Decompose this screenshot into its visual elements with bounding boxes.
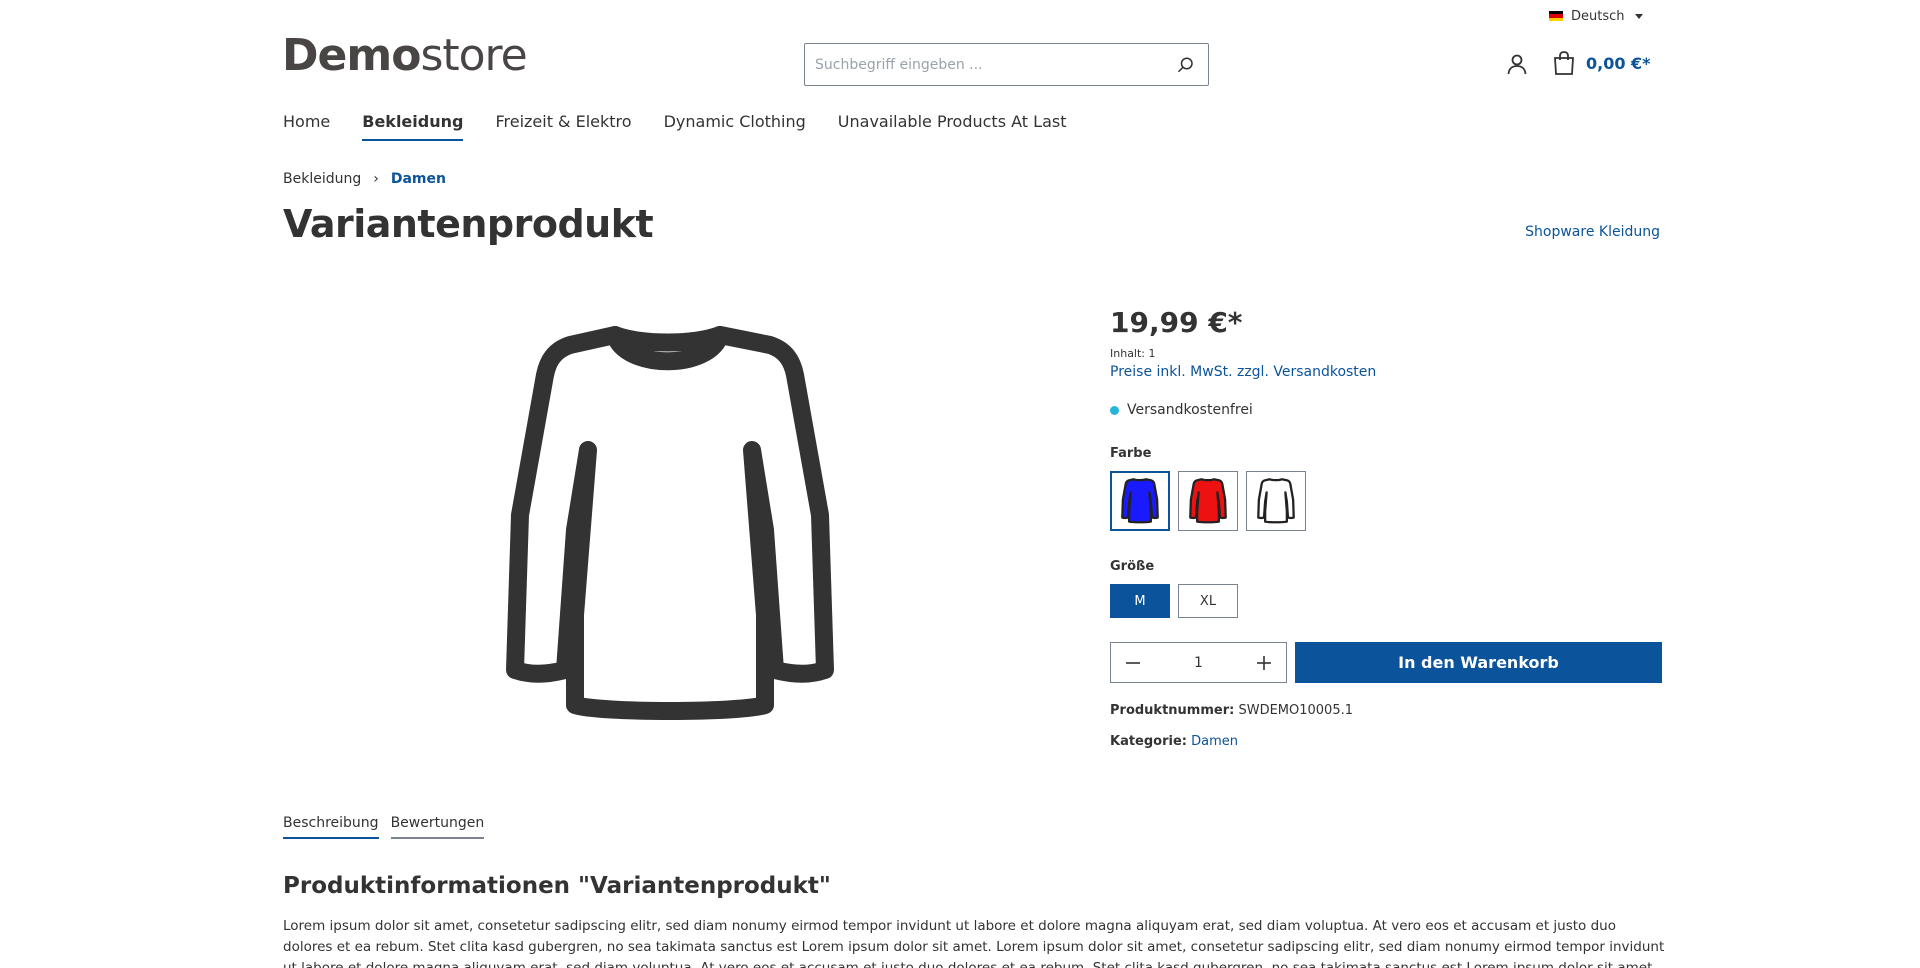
buy-row: 1 In den Warenkorb [1110,642,1662,683]
cart-button[interactable]: 0,00 €* [1552,50,1651,76]
tab-bewertungen[interactable]: Bewertungen [390,815,485,839]
product-number: Produktnummer: SWDEMO10005.1 [1110,703,1662,718]
logo-light: store [420,30,527,81]
breadcrumb-separator-icon: › [373,171,379,187]
tab-beschreibung[interactable]: Beschreibung [283,815,379,839]
account-button[interactable] [1505,52,1529,76]
quantity-stepper: 1 [1110,642,1287,683]
search-icon [1177,57,1193,72]
user-icon [1507,54,1527,75]
delivery-info: Versandkostenfrei [1110,402,1662,418]
language-label: Deutsch [1571,8,1625,24]
logo-bold: Demo [282,30,421,81]
sweater-white-icon [1257,478,1295,524]
product-category-label: Kategorie: [1110,734,1187,749]
search-bar [804,43,1209,86]
breadcrumb: Bekleidung › Damen [283,171,446,187]
size-option-m[interactable]: M [1110,584,1170,618]
size-options: M XL [1110,584,1662,618]
delivery-text: Versandkostenfrei [1127,402,1253,418]
breadcrumb-bekleidung[interactable]: Bekleidung [283,171,361,187]
color-option-white[interactable] [1246,471,1306,531]
buy-box: 19,99 €* Inhalt: 1 Preise inkl. MwSt. zz… [1110,306,1662,749]
store-logo[interactable]: Demostore [282,34,528,78]
product-unit: Inhalt: 1 [1110,347,1156,360]
language-switcher[interactable]: Deutsch [1549,6,1643,26]
germany-flag-icon [1549,11,1563,21]
add-to-cart-button[interactable]: In den Warenkorb [1295,642,1662,683]
product-tabs: Beschreibung Bewertungen [283,815,485,839]
color-option-blue[interactable] [1110,471,1170,531]
description-heading: Produktinformationen "Variantenprodukt" [283,873,831,899]
search-input[interactable] [805,44,1164,85]
product-price: 19,99 €* [1110,306,1243,339]
sweater-blue-icon [1121,478,1159,524]
product-number-value: SWDEMO10005.1 [1238,703,1354,718]
plus-icon [1256,655,1271,670]
breadcrumb-damen[interactable]: Damen [391,171,446,187]
nav-item-home[interactable]: Home [283,112,330,141]
product-image[interactable] [470,315,870,735]
nav-item-dynamic-clothing[interactable]: Dynamic Clothing [664,112,806,141]
quantity-increase-button[interactable] [1252,651,1276,675]
color-group-title: Farbe [1110,446,1152,461]
minus-icon [1126,661,1140,664]
main-navigation: Home Bekleidung Freizeit & Elektro Dynam… [283,112,1098,141]
tax-shipping-link[interactable]: Preise inkl. MwSt. zzgl. Versandkosten [1110,364,1662,380]
size-option-xl[interactable]: XL [1178,584,1238,618]
color-option-red[interactable] [1178,471,1238,531]
product-title: Variantenprodukt [283,202,654,246]
delivery-status-icon [1110,405,1119,415]
product-category: Kategorie: Damen [1110,734,1662,749]
cart-total: 0,00 €* [1586,53,1651,73]
quantity-decrease-button[interactable] [1121,651,1145,675]
product-category-link[interactable]: Damen [1191,734,1238,749]
nav-item-freizeit-elektro[interactable]: Freizeit & Elektro [495,112,631,141]
nav-item-unavailable-products[interactable]: Unavailable Products At Last [838,112,1067,141]
nav-item-bekleidung[interactable]: Bekleidung [362,112,464,141]
caret-down-icon [1634,13,1643,19]
sweater-outline-icon [506,326,834,720]
sweater-red-icon [1189,478,1227,524]
description-text: Lorem ipsum dolor sit amet, consetetur s… [283,918,1665,968]
manufacturer-link[interactable]: Shopware Kleidung [1525,224,1660,240]
product-number-label: Produktnummer: [1110,703,1235,718]
search-button[interactable] [1164,44,1208,85]
color-options [1110,471,1662,531]
shopping-bag-icon [1554,51,1574,75]
quantity-value[interactable]: 1 [1194,655,1203,671]
size-group-title: Größe [1110,559,1155,574]
